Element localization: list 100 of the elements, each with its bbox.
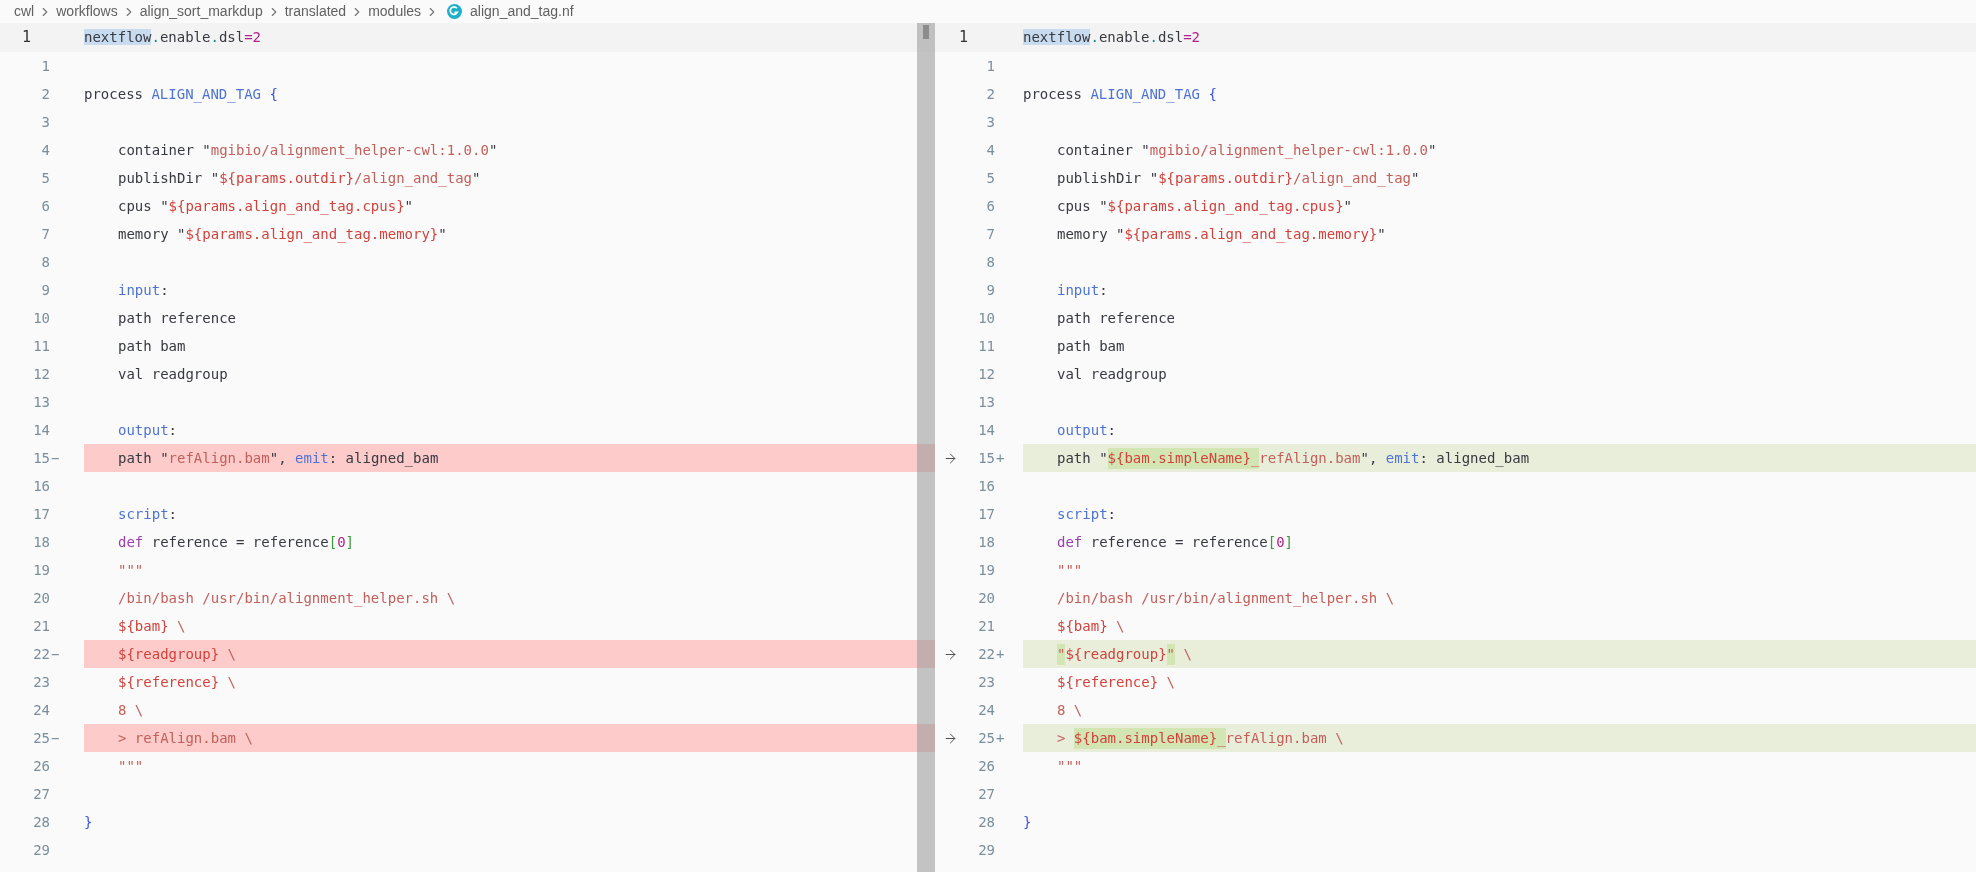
line-number: 18 (32, 532, 50, 552)
line-number: 3 (985, 112, 995, 132)
line-number: 7 (40, 224, 50, 244)
code-line: } (84, 812, 94, 832)
line-number: 20 (977, 588, 995, 608)
code-line: input: (1056, 280, 1109, 300)
code-line: ${bam} \ (117, 616, 187, 636)
code-line: val readgroup (1056, 364, 1168, 384)
line-number: 26 (32, 756, 50, 776)
diff-marker: − (51, 448, 60, 468)
code-line: """ (117, 756, 145, 776)
line-number: 10 (977, 308, 995, 328)
code-line: path bam (117, 336, 187, 356)
code-line: path reference (117, 308, 237, 328)
diff-marker: − (51, 728, 60, 748)
breadcrumb-item[interactable]: cwl (14, 1, 35, 22)
code-line: publishDir "${params.outdir}/align_and_tag" (117, 168, 482, 189)
line-number: 29 (977, 840, 995, 860)
line-number: 12 (977, 364, 995, 384)
scrollbar[interactable] (917, 23, 935, 872)
code-line: 8 \ (1056, 700, 1084, 720)
line-number: 8 (40, 252, 50, 272)
line-number: 23 (977, 672, 995, 692)
code-line: memory "${params.align_and_tag.memory}" (1056, 224, 1387, 245)
code-line: ${reference} \ (1056, 672, 1176, 692)
file-type-icon (447, 4, 463, 19)
line-number: 17 (32, 504, 50, 524)
line-number: 5 (40, 168, 50, 188)
code-line: """ (117, 560, 145, 580)
line-number: 9 (40, 280, 50, 300)
line-number: 7 (985, 224, 995, 244)
diff-marker: + (996, 448, 1005, 468)
line-number: 1 (985, 56, 995, 76)
line-number: 23 (32, 672, 50, 692)
line-number: 17 (977, 504, 995, 524)
line-number: 11 (977, 336, 995, 356)
code-line: output: (1056, 420, 1117, 440)
line-number: 15 (977, 448, 995, 468)
line-number: 21 (32, 616, 50, 636)
line-number: 3 (40, 112, 50, 132)
arrow-right-icon[interactable] (942, 450, 958, 466)
line-number: 20 (32, 588, 50, 608)
code-line: ${reference} \ (117, 672, 237, 692)
line-number: 19 (32, 560, 50, 580)
line-number: 24 (32, 700, 50, 720)
line-number: 5 (985, 168, 995, 188)
line-number: 12 (32, 364, 50, 384)
line-number: 28 (32, 812, 50, 832)
arrow-right-icon[interactable] (942, 730, 958, 746)
breadcrumb-file[interactable]: align_and_tag.nf (470, 1, 574, 22)
line-number: 16 (32, 476, 50, 496)
line-number: 29 (32, 840, 50, 860)
scrollbar-thumb[interactable] (923, 25, 929, 39)
line-number: 13 (977, 392, 995, 412)
code-line: script: (117, 504, 178, 524)
line-number: 10 (32, 308, 50, 328)
line-number: 22 (977, 644, 995, 664)
sticky-code-line: nextflow.enable.dsl=2 (1023, 28, 1201, 47)
code-line: """ (1056, 560, 1084, 580)
code-line: process ALIGN_AND_TAG { (1023, 84, 1218, 105)
code-line: ${bam} \ (1056, 616, 1126, 636)
code-line: container "mgibio/alignment_helper-cwl:1.0.0" (1056, 140, 1438, 161)
sticky-line-number: 1 (21, 27, 33, 49)
breadcrumb-item[interactable]: align_sort_markdup (139, 1, 263, 22)
code-line: 8 \ (117, 700, 145, 720)
line-number: 21 (977, 616, 995, 636)
line-number: 27 (32, 784, 50, 804)
code-line: input: (117, 280, 170, 300)
code-line: } (1023, 812, 1033, 832)
line-number: 1 (40, 56, 50, 76)
line-number: 2 (985, 84, 995, 104)
breadcrumb-item[interactable]: workflows (56, 1, 118, 22)
code-line: /bin/bash /usr/bin/alignment_helper.sh \ (1056, 588, 1396, 609)
code-line: def reference = reference[0] (117, 532, 356, 552)
line-number: 4 (985, 140, 995, 160)
diff-marker: + (996, 728, 1005, 748)
code-line: path reference (1056, 308, 1176, 328)
line-number: 6 (985, 196, 995, 216)
code-line: cpus "${params.align_and_tag.cpus}" (1056, 196, 1354, 217)
code-line: def reference = reference[0] (1056, 532, 1295, 552)
code-line: /bin/bash /usr/bin/alignment_helper.sh \ (117, 588, 457, 609)
breadcrumb-item[interactable]: modules (368, 1, 422, 22)
line-number: 22 (32, 644, 50, 664)
sticky-line-number: 1 (958, 27, 970, 49)
sticky-code-line: nextflow.enable.dsl=2 (84, 28, 262, 47)
code-line: path bam (1056, 336, 1126, 356)
line-number: 14 (977, 420, 995, 440)
line-number: 4 (40, 140, 50, 160)
arrow-right-icon[interactable] (942, 646, 958, 662)
line-number: 9 (985, 280, 995, 300)
code-line: memory "${params.align_and_tag.memory}" (117, 224, 448, 245)
line-number: 24 (977, 700, 995, 720)
line-number: 25 (32, 728, 50, 748)
code-line: container "mgibio/alignment_helper-cwl:1.0.0" (117, 140, 499, 161)
code-line: publishDir "${params.outdir}/align_and_tag" (1056, 168, 1421, 189)
breadcrumb-item[interactable]: translated (284, 1, 347, 22)
code-line: cpus "${params.align_and_tag.cpus}" (117, 196, 415, 217)
code-line: """ (1056, 756, 1084, 776)
code-line: script: (1056, 504, 1117, 524)
code-line: val readgroup (117, 364, 229, 384)
